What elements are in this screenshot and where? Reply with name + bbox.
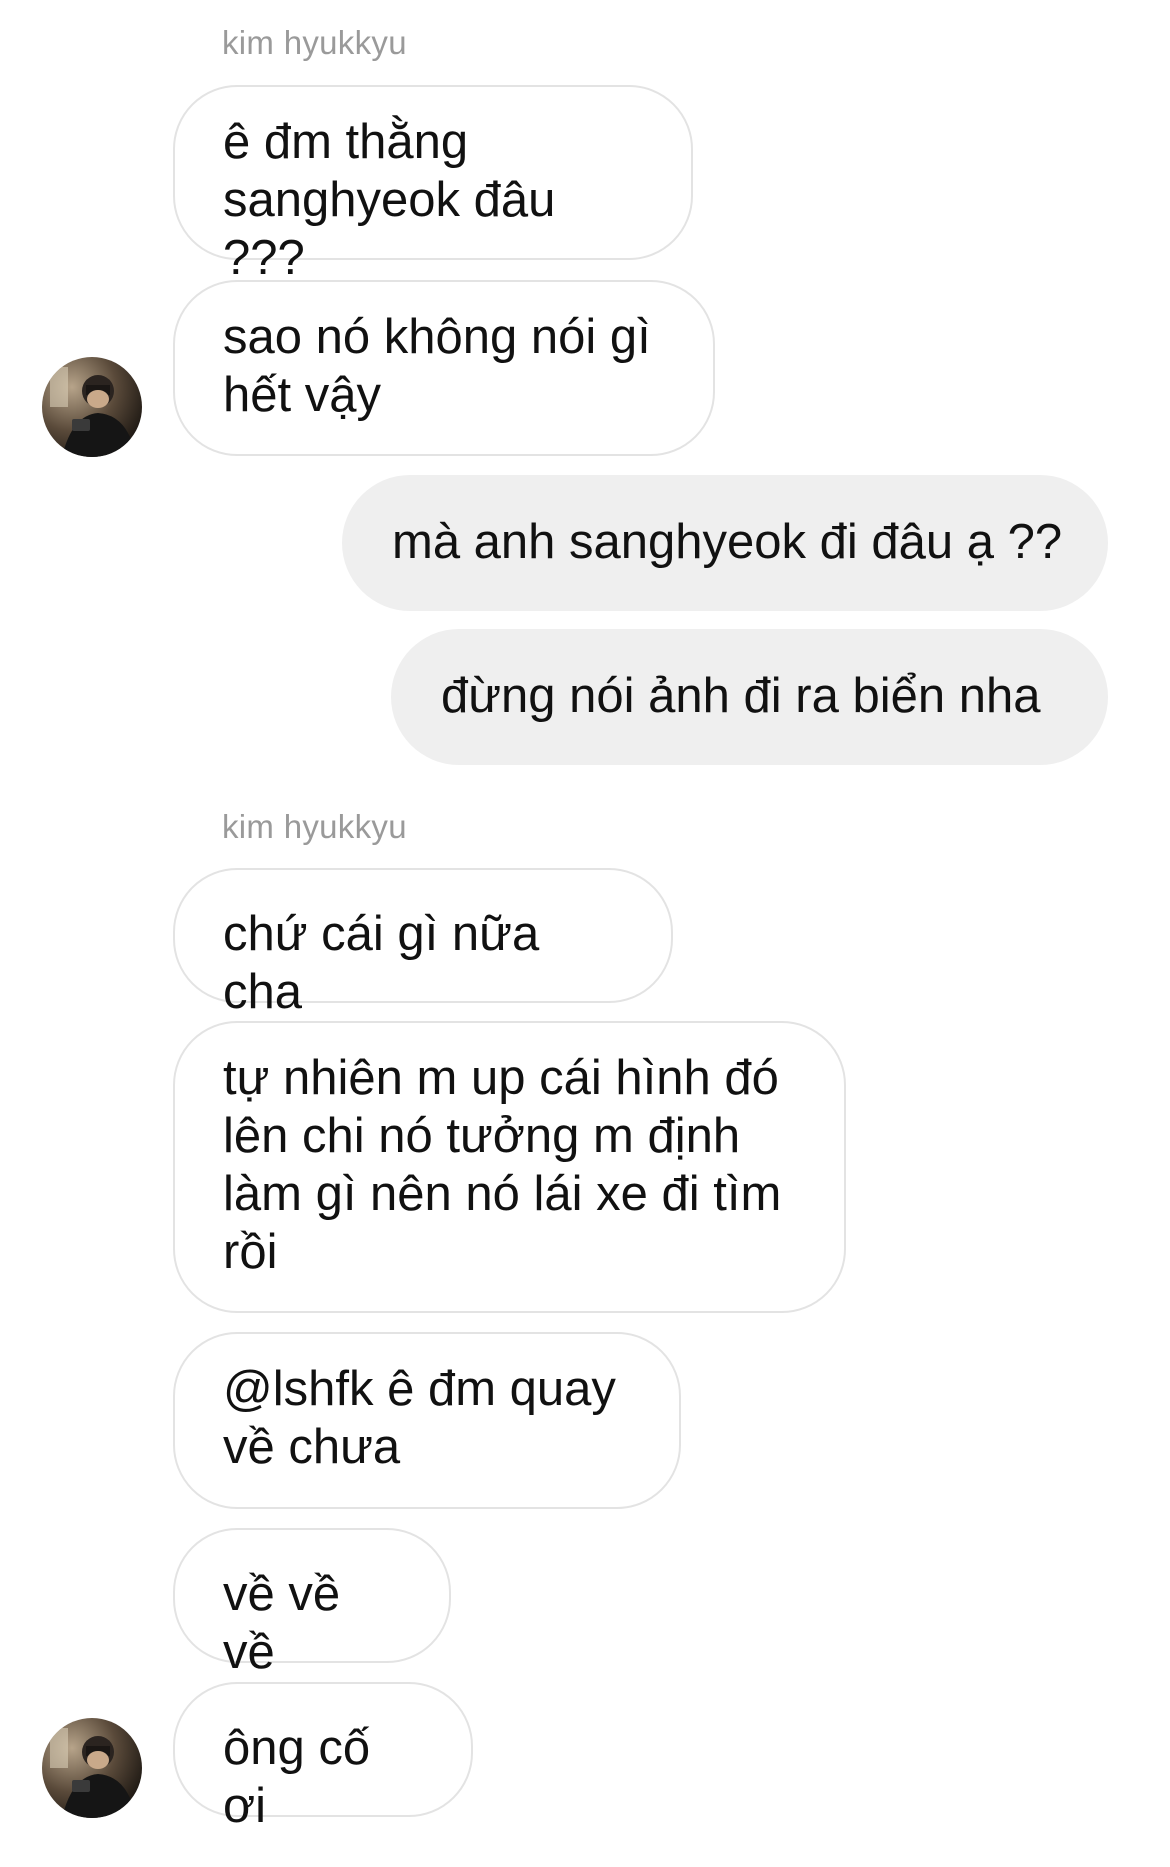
incoming-message-bubble[interactable]: tự nhiên m up cái hình đó lên chi nó tưở… xyxy=(173,1021,846,1313)
sender-avatar[interactable] xyxy=(42,357,142,457)
sender-avatar[interactable] xyxy=(42,1718,142,1818)
profile-photo-icon xyxy=(42,357,142,457)
outgoing-message-bubble[interactable]: đừng nói ảnh đi ra biển nha xyxy=(391,629,1108,765)
incoming-message-bubble[interactable]: @lshfk ê đm quay về chưa xyxy=(173,1332,681,1509)
sender-name: kim hyukkyu xyxy=(222,808,407,845)
incoming-message-bubble[interactable]: chứ cái gì nữa cha xyxy=(173,868,673,1019)
incoming-message-bubble[interactable]: sao nó không nói gì hết vậy xyxy=(173,280,715,456)
incoming-message-bubble[interactable]: về về về xyxy=(173,1528,451,1679)
incoming-message-bubble[interactable]: ê đm thằng sanghyeok đâu ??? xyxy=(173,85,693,285)
profile-photo-icon xyxy=(42,1718,142,1818)
outgoing-message-bubble[interactable]: mà anh sanghyeok đi đâu ạ ?? xyxy=(342,475,1108,611)
sender-name: kim hyukkyu xyxy=(222,24,407,61)
incoming-message-bubble[interactable]: ông cố ơi xyxy=(173,1682,473,1833)
